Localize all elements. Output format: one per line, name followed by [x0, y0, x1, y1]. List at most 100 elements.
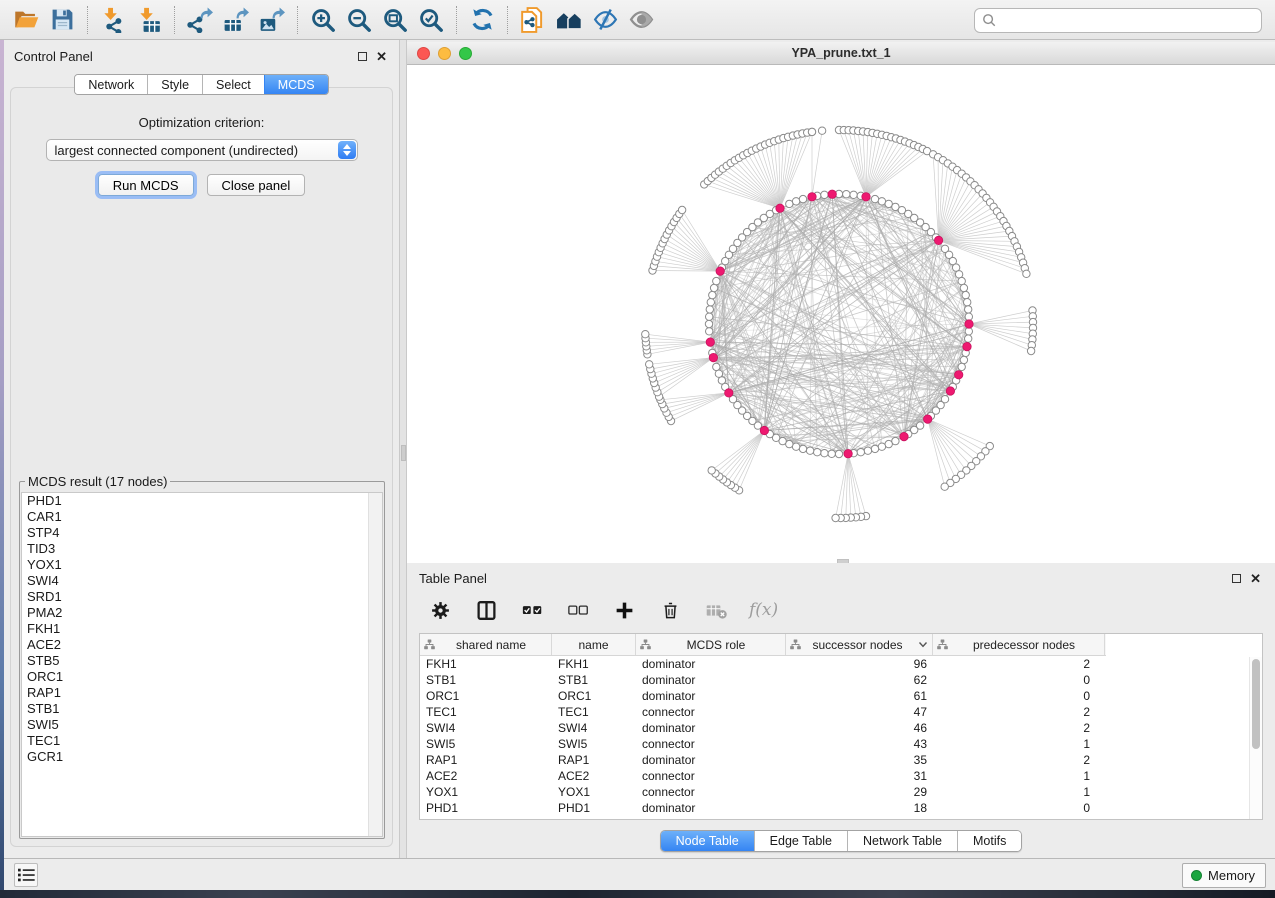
table-row[interactable]: YOX1YOX1connector291: [420, 784, 1262, 800]
zoom-fit-button[interactable]: [377, 5, 413, 35]
network-node[interactable]: [708, 467, 715, 474]
network-node[interactable]: [1023, 270, 1030, 277]
table-scrollbar-thumb[interactable]: [1252, 659, 1260, 749]
network-node[interactable]: [821, 191, 828, 198]
tab-network[interactable]: Network: [75, 75, 147, 94]
refresh-view-button[interactable]: [464, 5, 500, 35]
network-node[interactable]: [792, 443, 799, 450]
mcds-node[interactable]: [965, 320, 973, 328]
close-table-panel-icon[interactable]: ✕: [1250, 574, 1261, 584]
table-scrollbar[interactable]: [1249, 657, 1262, 819]
table-row[interactable]: FKH1FKH1dominator962: [420, 656, 1262, 672]
network-node[interactable]: [799, 195, 806, 202]
network-node[interactable]: [715, 370, 722, 377]
float-panel-icon[interactable]: [358, 52, 367, 61]
network-node[interactable]: [799, 445, 806, 452]
mcds-node[interactable]: [706, 338, 714, 346]
column-header-shared-name[interactable]: shared name: [420, 634, 552, 655]
network-node[interactable]: [885, 440, 892, 447]
network-view[interactable]: [407, 65, 1275, 563]
network-node[interactable]: [818, 127, 825, 134]
network-node[interactable]: [806, 447, 813, 454]
mcds-result-item[interactable]: FKH1: [22, 621, 382, 637]
network-node[interactable]: [792, 198, 799, 205]
column-header-name[interactable]: name: [552, 634, 636, 655]
open-file-button[interactable]: [8, 5, 44, 35]
mcds-result-item[interactable]: GCR1: [22, 749, 382, 765]
network-node[interactable]: [965, 335, 972, 342]
table-row[interactable]: SWI4SWI4dominator462: [420, 720, 1262, 736]
splitter-grip[interactable]: [401, 445, 406, 461]
mcds-result-item[interactable]: RAP1: [22, 685, 382, 701]
network-node[interactable]: [678, 206, 685, 213]
add-column-button[interactable]: [611, 597, 637, 623]
table-row[interactable]: ACE2ACE2connector311: [420, 768, 1262, 784]
export-table-button[interactable]: [218, 5, 254, 35]
mcds-node[interactable]: [862, 193, 870, 201]
tab-motifs[interactable]: Motifs: [957, 831, 1021, 851]
network-titlebar[interactable]: YPA_prune.txt_1: [407, 42, 1275, 65]
list-scrollbar[interactable]: [368, 493, 382, 836]
network-node[interactable]: [878, 443, 885, 450]
network-node[interactable]: [821, 450, 828, 457]
mcds-result-item[interactable]: TID3: [22, 541, 382, 557]
network-node[interactable]: [965, 313, 972, 320]
network-node[interactable]: [706, 313, 713, 320]
network-node[interactable]: [707, 299, 714, 306]
table-row[interactable]: PHD1PHD1dominator180: [420, 800, 1262, 816]
mcds-node[interactable]: [725, 389, 733, 397]
network-node[interactable]: [871, 445, 878, 452]
network-node[interactable]: [646, 361, 653, 368]
mcds-node[interactable]: [808, 193, 816, 201]
network-node[interactable]: [965, 328, 972, 335]
mcds-node[interactable]: [709, 353, 717, 361]
network-node[interactable]: [955, 271, 962, 278]
mcds-result-item[interactable]: SRD1: [22, 589, 382, 605]
mcds-result-item[interactable]: SWI5: [22, 717, 382, 733]
delete-column-button[interactable]: [657, 597, 683, 623]
mcds-node[interactable]: [946, 387, 954, 395]
table-row[interactable]: STB1STB1dominator620: [420, 672, 1262, 688]
mcds-result-list[interactable]: PHD1CAR1STP4TID3YOX1SWI4SRD1PMA2FKH1ACE2…: [21, 492, 383, 837]
close-panel-icon[interactable]: ✕: [376, 52, 387, 62]
network-node[interactable]: [709, 291, 716, 298]
first-neighbors-button[interactable]: [551, 5, 587, 35]
export-image-button[interactable]: [254, 5, 290, 35]
network-node[interactable]: [1027, 347, 1034, 354]
mcds-result-item[interactable]: SWI4: [22, 573, 382, 589]
network-node[interactable]: [941, 483, 948, 490]
float-table-panel-icon[interactable]: [1232, 574, 1241, 583]
mcds-node[interactable]: [844, 450, 852, 458]
table-row[interactable]: ORC1ORC1dominator610: [420, 688, 1262, 704]
save-session-button[interactable]: [44, 5, 80, 35]
network-node[interactable]: [832, 514, 839, 521]
run-mcds-button[interactable]: Run MCDS: [98, 174, 194, 196]
network-node[interactable]: [828, 450, 835, 457]
network-node[interactable]: [857, 449, 864, 456]
column-header-successor-nodes[interactable]: successor nodes: [786, 634, 933, 655]
criterion-dropdown[interactable]: largest connected component (undirected): [46, 139, 358, 161]
import-network-button[interactable]: [95, 5, 131, 35]
network-graph[interactable]: [407, 65, 1275, 563]
network-node[interactable]: [964, 299, 971, 306]
mcds-result-item[interactable]: TEC1: [22, 733, 382, 749]
network-node[interactable]: [960, 356, 967, 363]
column-header-predecessor-nodes[interactable]: predecessor nodes: [933, 634, 1105, 655]
network-node[interactable]: [786, 200, 793, 207]
mcds-node[interactable]: [776, 204, 784, 212]
hide-selected-button[interactable]: [587, 5, 623, 35]
mcds-node[interactable]: [760, 426, 768, 434]
mcds-node[interactable]: [900, 432, 908, 440]
network-node[interactable]: [878, 198, 885, 205]
mcds-result-item[interactable]: ACE2: [22, 637, 382, 653]
network-node[interactable]: [808, 128, 815, 135]
network-node[interactable]: [958, 277, 965, 284]
network-node[interactable]: [962, 291, 969, 298]
columns-button[interactable]: [473, 597, 499, 623]
network-node[interactable]: [814, 449, 821, 456]
network-node[interactable]: [871, 195, 878, 202]
zoom-in-button[interactable]: [305, 5, 341, 35]
memory-button[interactable]: Memory: [1182, 863, 1266, 888]
mcds-result-item[interactable]: ORC1: [22, 669, 382, 685]
network-node[interactable]: [710, 284, 717, 291]
